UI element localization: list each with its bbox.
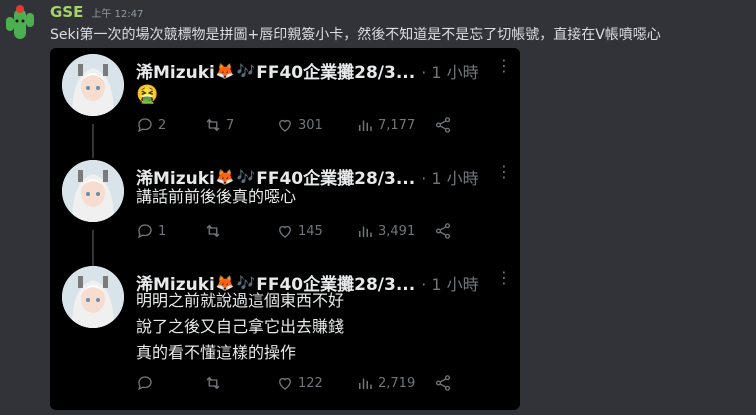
more-options-icon[interactable]: ⋮	[496, 162, 512, 181]
reply-icon	[137, 224, 152, 239]
retweet-icon	[206, 224, 220, 238]
tweet-author-name[interactable]: 浠Mizuki	[136, 58, 215, 83]
views-button[interactable]: 7,177	[356, 116, 434, 134]
views-count: 7,177	[378, 117, 416, 133]
tweet-body: 明明之前就說過這個東西不好 說了之後又自己拿它出去賺錢 真的看不懂這樣的操作	[136, 288, 344, 366]
tweet-body-line: 真的看不懂這樣的操作	[136, 343, 297, 362]
tweet-author-avatar[interactable]	[62, 54, 124, 116]
tweet-author-suffix: FF40企業攤28/3...	[256, 63, 416, 83]
music-notes-icon: 🎶	[236, 61, 256, 80]
twitter-embed[interactable]: 浠Mizuki 🦊 🎶 FF40企業攤28/3... · 1 小時 ⋮ 🤮 2 …	[50, 48, 520, 410]
tweet-author-avatar[interactable]	[62, 160, 124, 222]
retweet-icon	[206, 118, 220, 132]
reply-count: 2	[158, 117, 167, 133]
retweet-button[interactable]: 7	[204, 116, 276, 134]
views-button[interactable]: 3,491	[356, 222, 434, 240]
reply-button[interactable]: 2	[136, 116, 204, 134]
tweet-actions: 1 145 3,491	[136, 222, 452, 240]
user-avatar[interactable]	[2, 3, 38, 43]
share-icon	[435, 375, 451, 391]
tweet-body: 🤮	[136, 82, 158, 108]
share-button[interactable]	[434, 374, 452, 392]
more-options-icon[interactable]: ⋮	[496, 56, 512, 75]
retweet-icon	[206, 376, 220, 390]
reply-button[interactable]: 1	[136, 222, 204, 240]
heart-icon	[279, 377, 291, 390]
views-icon	[359, 378, 372, 389]
tweet-actions: 2 7 301 7,177	[136, 116, 452, 134]
tweet-body-line: 🤮	[136, 84, 159, 105]
like-count: 301	[298, 117, 323, 133]
share-icon	[435, 117, 451, 133]
views-count: 3,491	[378, 223, 416, 239]
heart-icon	[279, 119, 291, 132]
reply-icon	[137, 376, 152, 391]
reply-button[interactable]	[136, 374, 204, 392]
like-count: 145	[298, 223, 323, 239]
share-button[interactable]	[434, 116, 452, 134]
retweet-button[interactable]	[204, 374, 276, 392]
message-header: GSE 上午 12:47	[50, 3, 143, 23]
views-count: 2,719	[378, 375, 416, 391]
timestamp: 上午 12:47	[91, 9, 144, 20]
more-options-icon[interactable]: ⋮	[496, 268, 512, 287]
reply-icon	[137, 118, 152, 133]
like-button[interactable]: 145	[276, 222, 356, 240]
share-icon	[435, 223, 451, 239]
like-button[interactable]: 122	[276, 374, 356, 392]
retweet-button[interactable]	[204, 222, 276, 240]
heart-icon	[279, 225, 291, 238]
tweet-header: 浠Mizuki 🦊 🎶 FF40企業攤28/3... · 1 小時	[136, 58, 479, 84]
tweet-time[interactable]: · 1 小時	[421, 59, 478, 83]
username[interactable]: GSE	[50, 3, 83, 21]
tweet-author-avatar[interactable]	[62, 266, 124, 328]
fox-icon: 🦊	[215, 167, 235, 186]
tweet-body-line: 講話前前後後真的噁心	[136, 187, 297, 206]
tweet-body: 講話前前後後真的噁心	[136, 184, 296, 210]
tweet-body-line: 說了之後又自己拿它出去賺錢	[136, 317, 345, 336]
tweet-actions: 122 2,719	[136, 374, 452, 392]
tweet-body-line: 明明之前就說過這個東西不好	[136, 291, 345, 310]
thread-line	[92, 124, 94, 158]
tweet-time[interactable]: · 1 小時	[421, 271, 478, 295]
views-icon	[359, 120, 372, 131]
fox-icon: 🦊	[215, 61, 235, 80]
music-notes-icon: 🎶	[236, 167, 256, 186]
reply-count: 1	[158, 223, 167, 239]
views-icon	[359, 226, 372, 237]
share-button[interactable]	[434, 222, 452, 240]
retweet-count: 7	[226, 117, 235, 133]
views-button[interactable]: 2,719	[356, 374, 434, 392]
tweet-time[interactable]: · 1 小時	[421, 165, 478, 189]
thread-line	[92, 230, 94, 266]
like-count: 122	[298, 375, 323, 391]
message-text: Seki第一次的場次競標物是拼圖+唇印親簽小卡，然後不知道是不是忘了切帳號，直接…	[50, 27, 661, 43]
like-button[interactable]: 301	[276, 116, 356, 134]
